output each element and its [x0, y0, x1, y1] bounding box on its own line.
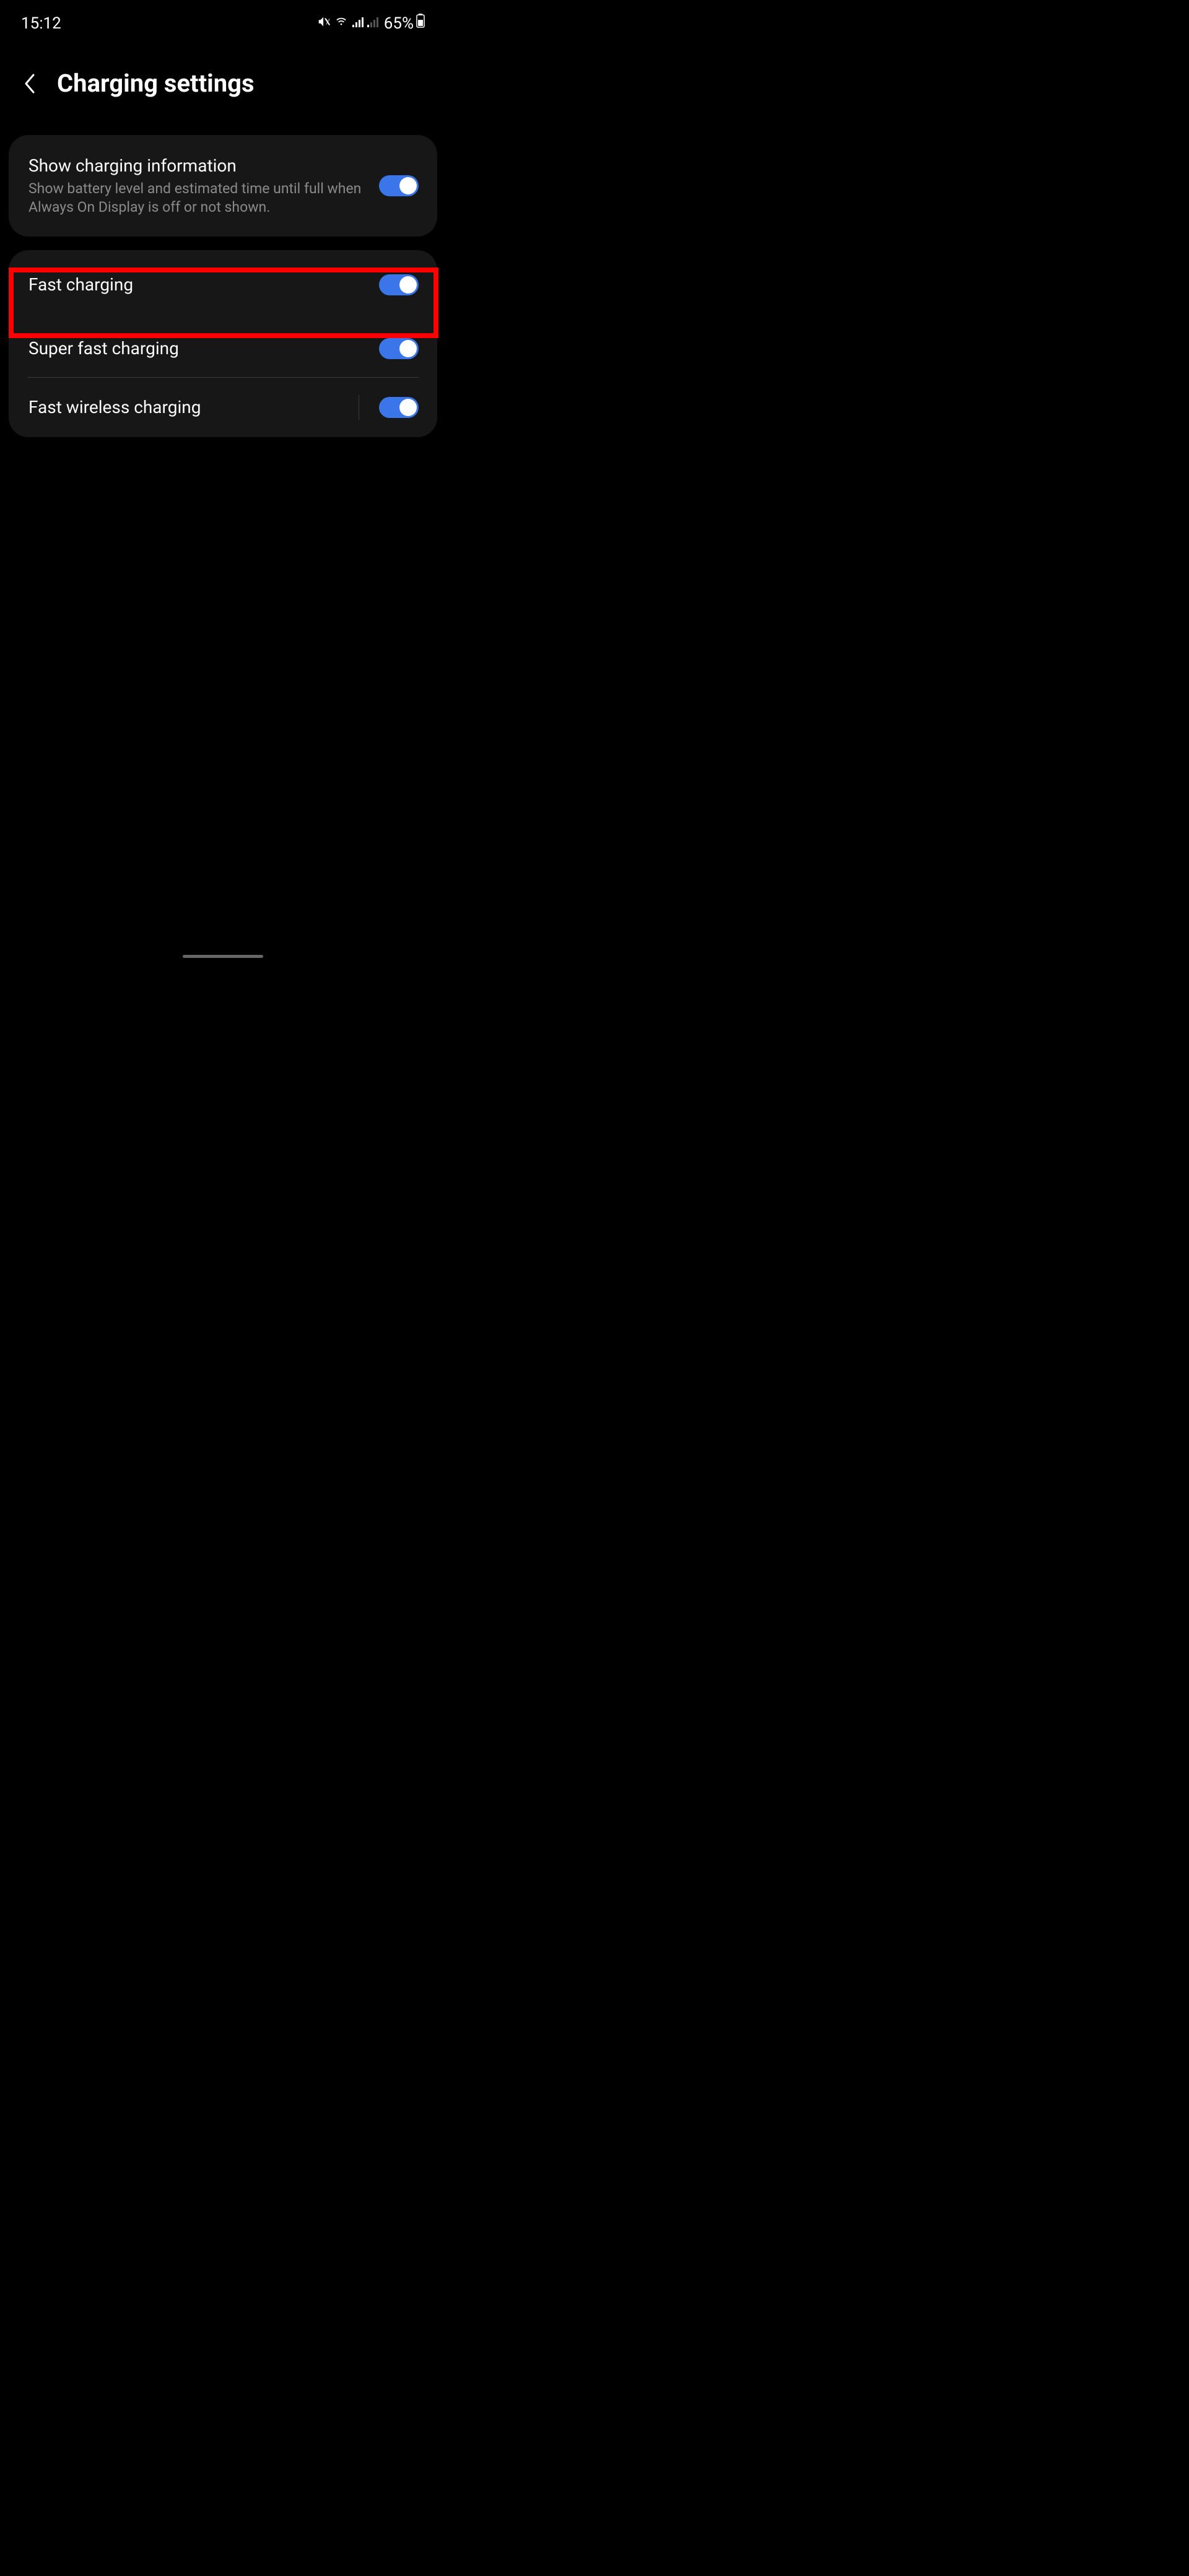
setting-text: Fast wireless charging	[28, 396, 346, 419]
fast-wireless-charging-toggle[interactable]	[379, 397, 419, 418]
show-charging-info-toggle[interactable]	[379, 175, 419, 196]
battery-icon	[416, 14, 425, 33]
setting-title: Fast wireless charging	[28, 396, 346, 419]
signal-icon-1	[352, 14, 364, 33]
setting-title: Super fast charging	[28, 337, 367, 360]
navigation-handle[interactable]	[183, 955, 263, 958]
setting-title: Show charging information	[28, 155, 367, 177]
setting-text: Show charging information Show battery l…	[28, 155, 367, 217]
status-bar: 15:12	[0, 0, 446, 38]
signal-icon-2	[367, 14, 379, 33]
settings-card-info: Show charging information Show battery l…	[9, 135, 437, 237]
battery-percentage: 65%	[384, 14, 414, 33]
settings-card-fast: Fast charging Super fast charging Fast w…	[9, 250, 437, 437]
fast-charging-toggle[interactable]	[379, 274, 419, 295]
setting-title: Fast charging	[28, 274, 367, 296]
setting-subtitle: Show battery level and estimated time un…	[28, 180, 367, 217]
show-charging-info-row[interactable]: Show charging information Show battery l…	[9, 135, 437, 237]
wifi-icon	[333, 14, 349, 33]
fast-wireless-charging-row[interactable]: Fast wireless charging	[9, 378, 437, 437]
page-header: Charging settings	[0, 38, 446, 135]
setting-text: Fast charging	[28, 274, 367, 296]
status-time: 15:12	[21, 14, 61, 33]
setting-text: Super fast charging	[28, 337, 367, 360]
back-button[interactable]	[22, 71, 40, 96]
page-title: Charging settings	[57, 69, 255, 98]
super-fast-charging-toggle[interactable]	[379, 338, 419, 359]
status-icons: 65%	[317, 14, 425, 33]
fast-charging-row[interactable]: Fast charging	[9, 250, 437, 320]
super-fast-charging-row[interactable]: Super fast charging	[9, 320, 437, 377]
mute-vibrate-icon	[317, 14, 331, 33]
